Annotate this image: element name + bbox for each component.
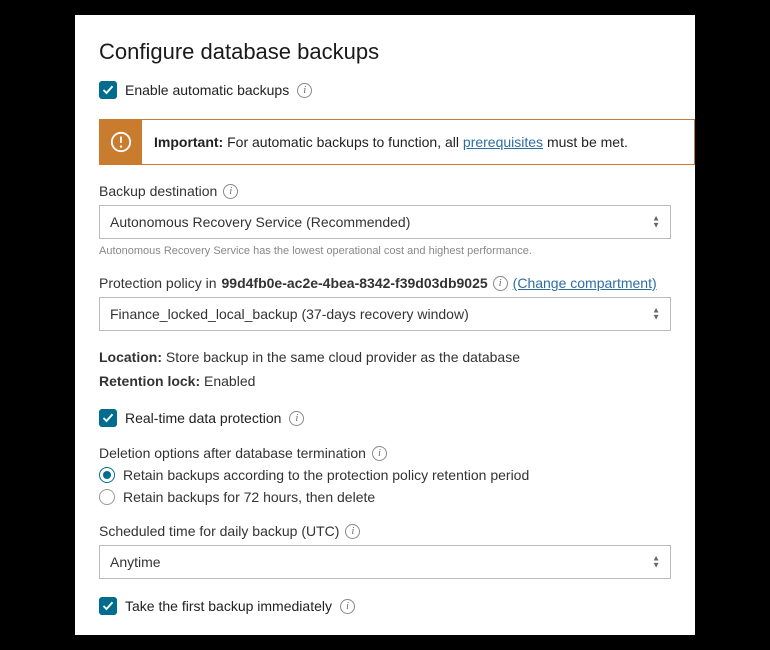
deletion-opt1-label: Retain backups according to the protecti… bbox=[123, 467, 529, 483]
deletion-radio-retain-72h[interactable] bbox=[99, 489, 115, 505]
realtime-checkbox[interactable] bbox=[99, 409, 117, 427]
check-icon bbox=[102, 412, 114, 424]
backup-dest-label: Backup destination i bbox=[99, 183, 671, 199]
deletion-radio-retain-policy[interactable] bbox=[99, 467, 115, 483]
policy-label: Protection policy in 99d4fb0e-ac2e-4bea-… bbox=[99, 275, 671, 291]
info-icon[interactable]: i bbox=[340, 599, 355, 614]
realtime-row: Real-time data protection i bbox=[99, 409, 695, 427]
info-icon[interactable]: i bbox=[289, 411, 304, 426]
schedule-select[interactable]: Anytime ▲▼ bbox=[99, 545, 671, 579]
configure-backups-panel: Configure database backups Enable automa… bbox=[75, 15, 695, 635]
exclamation-icon bbox=[110, 131, 132, 153]
info-icon[interactable]: i bbox=[297, 83, 312, 98]
policy-section: Protection policy in 99d4fb0e-ac2e-4bea-… bbox=[99, 275, 695, 331]
page-title: Configure database backups bbox=[99, 39, 695, 65]
schedule-section: Scheduled time for daily backup (UTC) i … bbox=[99, 523, 695, 579]
first-backup-label: Take the first backup immediately bbox=[125, 598, 332, 614]
alert-icon-box bbox=[100, 120, 142, 164]
chevron-updown-icon: ▲▼ bbox=[652, 556, 660, 569]
first-backup-row: Take the first backup immediately i bbox=[99, 597, 695, 615]
info-icon[interactable]: i bbox=[372, 446, 387, 461]
important-alert: Important: For automatic backups to func… bbox=[99, 119, 695, 165]
backup-dest-section: Backup destination i Autonomous Recovery… bbox=[99, 183, 695, 257]
enable-auto-checkbox[interactable] bbox=[99, 81, 117, 99]
backup-dest-select[interactable]: Autonomous Recovery Service (Recommended… bbox=[99, 205, 671, 239]
info-icon[interactable]: i bbox=[223, 184, 238, 199]
deletion-label: Deletion options after database terminat… bbox=[99, 445, 671, 461]
schedule-label: Scheduled time for daily backup (UTC) i bbox=[99, 523, 671, 539]
chevron-updown-icon: ▲▼ bbox=[652, 308, 660, 321]
chevron-updown-icon: ▲▼ bbox=[652, 216, 660, 229]
location-text: Location: Store backup in the same cloud… bbox=[99, 349, 695, 365]
first-backup-checkbox[interactable] bbox=[99, 597, 117, 615]
prerequisites-link[interactable]: prerequisites bbox=[463, 134, 543, 150]
info-icon[interactable]: i bbox=[493, 276, 508, 291]
backup-dest-hint: Autonomous Recovery Service has the lowe… bbox=[99, 245, 671, 257]
check-icon bbox=[102, 600, 114, 612]
realtime-label: Real-time data protection bbox=[125, 410, 281, 426]
deletion-radio-group: Retain backups according to the protecti… bbox=[99, 467, 671, 505]
info-icon[interactable]: i bbox=[345, 524, 360, 539]
enable-auto-label: Enable automatic backups bbox=[125, 82, 289, 98]
retention-text: Retention lock: Enabled bbox=[99, 373, 695, 389]
check-icon bbox=[102, 84, 114, 96]
alert-text: Important: For automatic backups to func… bbox=[142, 120, 640, 164]
deletion-opt2-label: Retain backups for 72 hours, then delete bbox=[123, 489, 375, 505]
deletion-section: Deletion options after database terminat… bbox=[99, 445, 695, 505]
change-compartment-link[interactable]: (Change compartment) bbox=[513, 275, 657, 291]
enable-auto-row: Enable automatic backups i bbox=[99, 81, 695, 99]
policy-select[interactable]: Finance_locked_local_backup (37-days rec… bbox=[99, 297, 671, 331]
